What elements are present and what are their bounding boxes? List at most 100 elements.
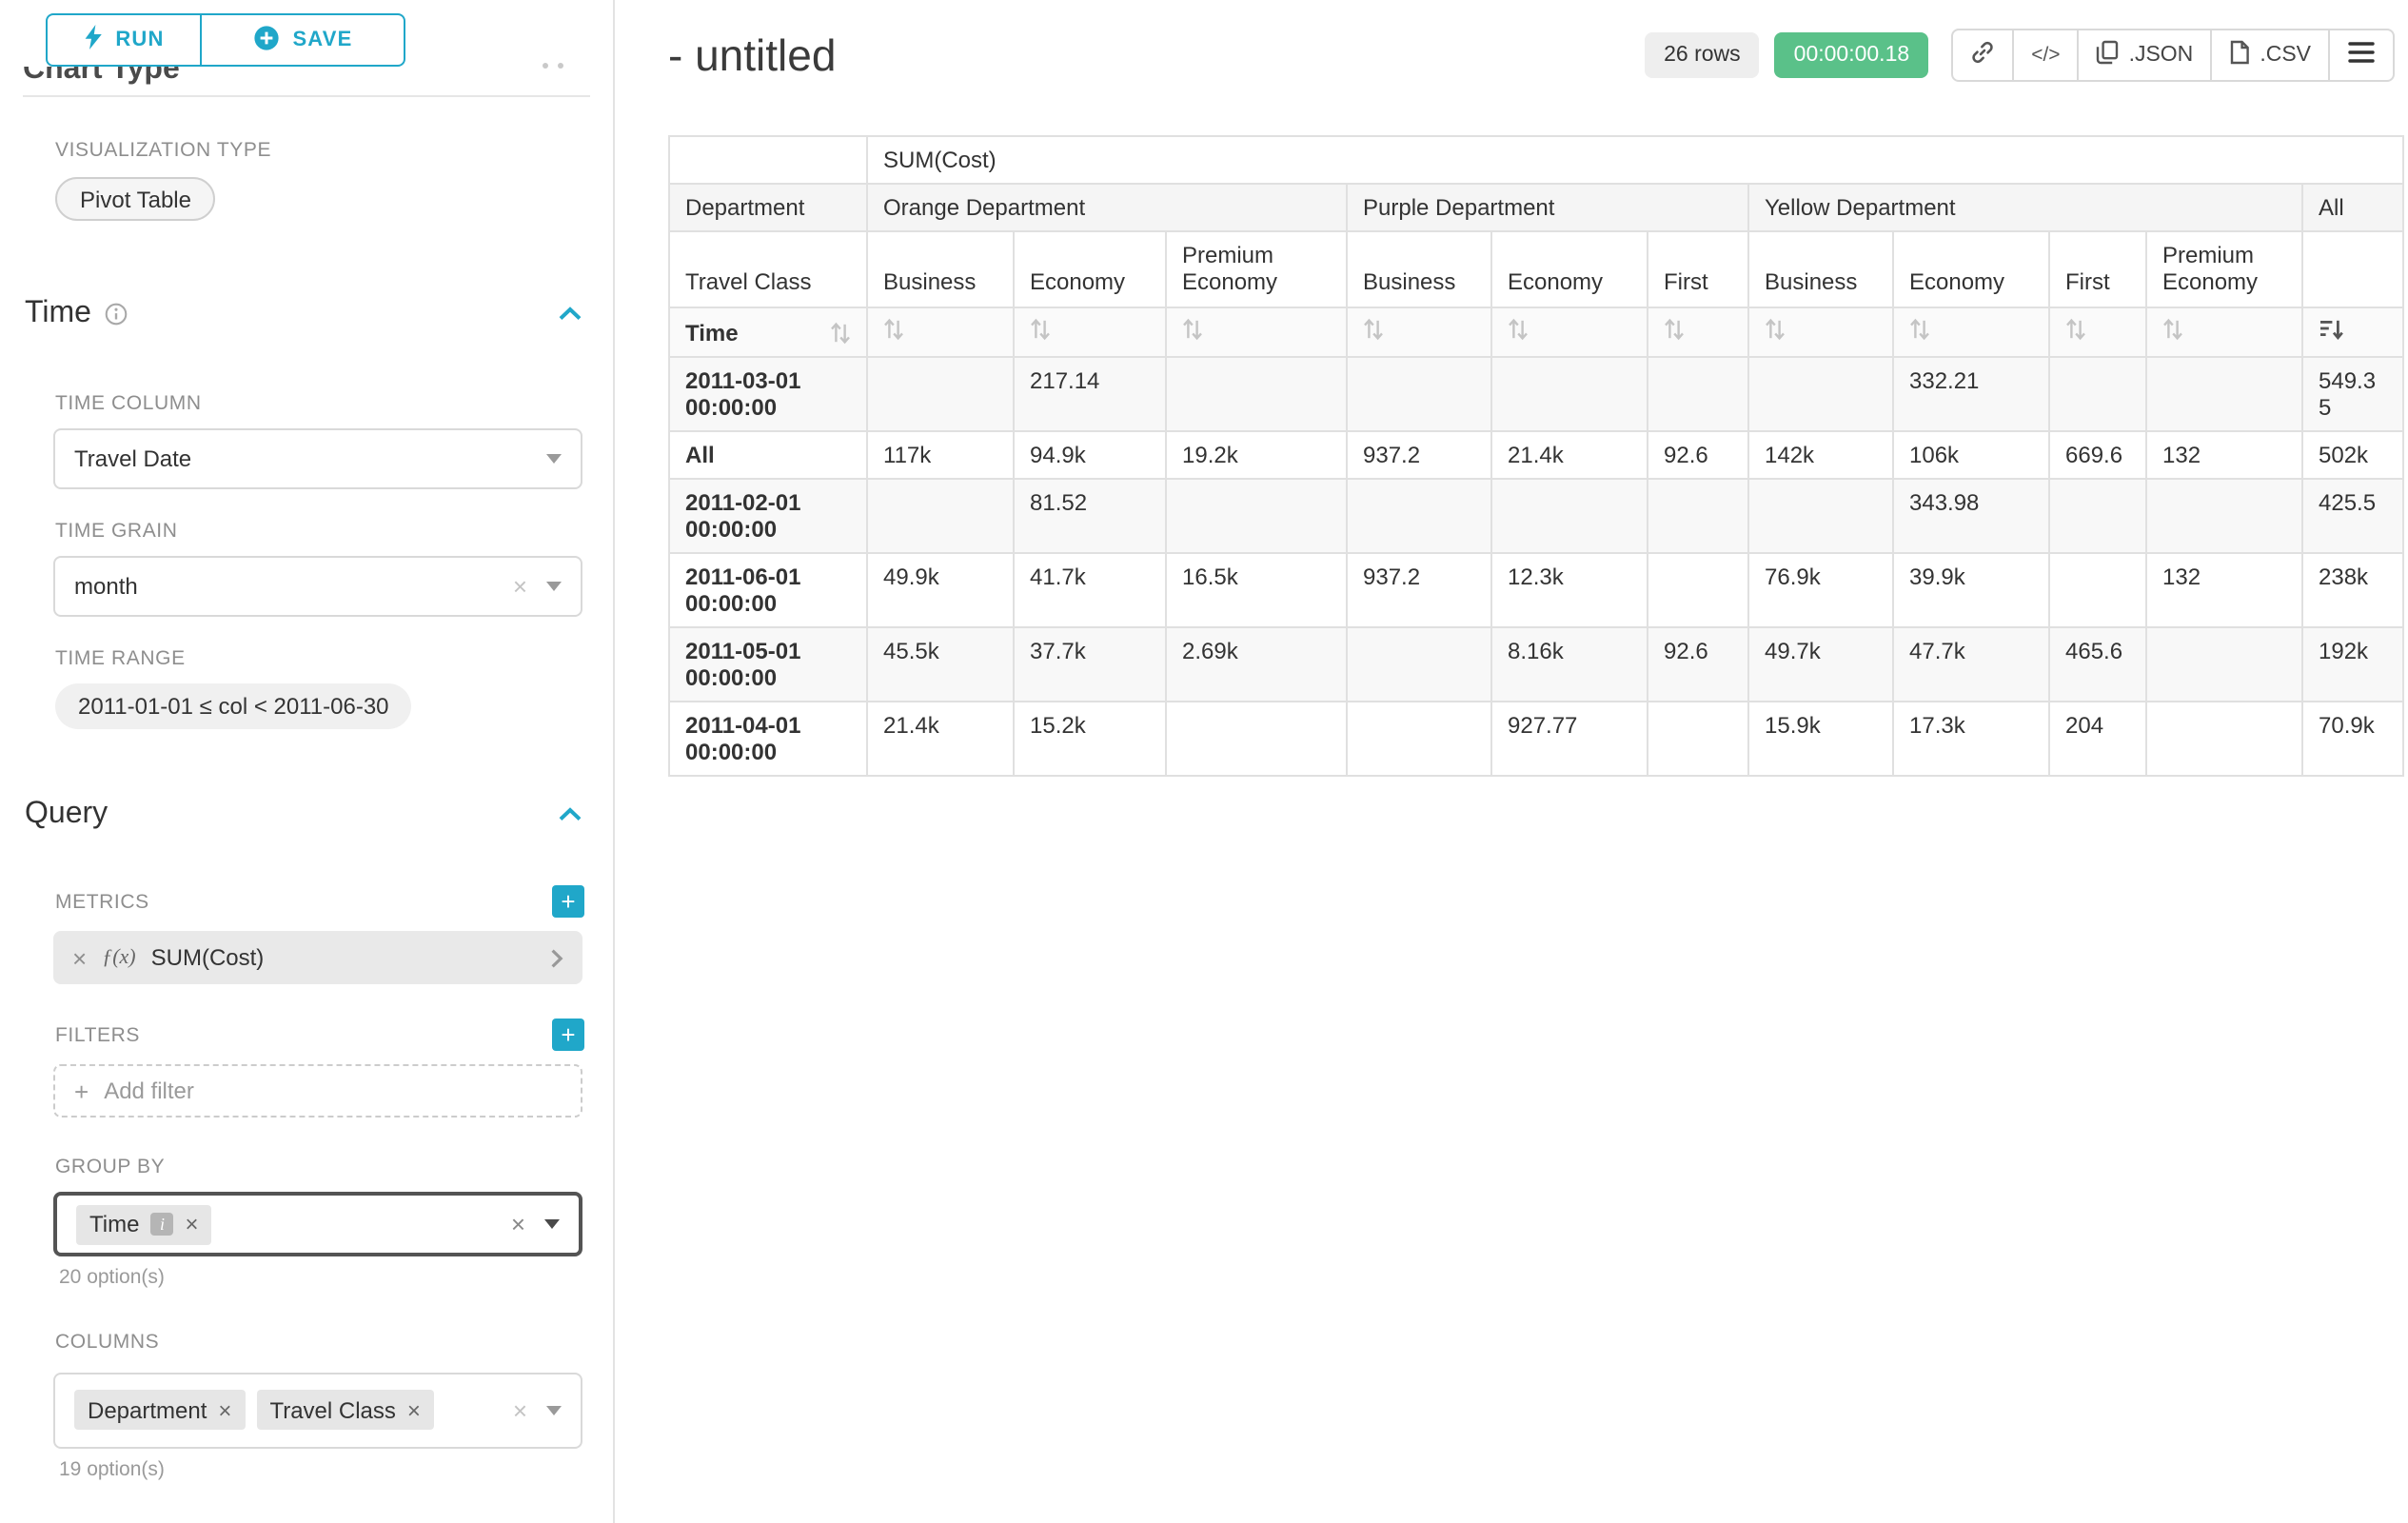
pivot-travel-class-header: Business [867,231,1014,307]
pivot-value-cell [1491,479,1648,553]
metrics-header-row: METRICS + [55,885,584,918]
explore-page: RUN SAVE Chart Type VISUALIZATION TYPE P… [0,0,2408,1523]
remove-tag-icon[interactable]: × [185,1213,198,1236]
pivot-travel-class-header: Premium Economy [1166,231,1347,307]
time-range-label: TIME RANGE [55,647,613,670]
pivot-value-cell: 21.4k [867,702,1014,776]
add-metric-button[interactable]: + [552,885,584,918]
pivot-value-cell: 15.9k [1748,702,1893,776]
sort-toggle-icon[interactable] [1508,318,1529,341]
metric-pill[interactable]: × ƒ(x) SUM(Cost) [53,931,582,984]
pivot-value-cell: 502k [2302,431,2403,479]
pivot-travel-class-header: Economy [1014,231,1166,307]
pivot-department-group-header: All [2302,184,2403,231]
group-by-options-hint: 20 option(s) [59,1266,613,1289]
pivot-row-header: 2011-03-01 00:00:00 [669,357,867,431]
add-filter-box[interactable]: + Add filter [53,1064,582,1118]
sort-toggle-icon[interactable] [830,321,851,344]
chart-main-panel: - untitled 26 rows 00:00:00.18 </> .JSON [617,0,2408,1523]
pivot-value-cell: 425.5 [2302,479,2403,553]
export-json-button[interactable]: .JSON [2078,29,2213,82]
columns-tag[interactable]: Department × [74,1390,245,1430]
collapse-chevron-up-icon[interactable] [558,307,582,322]
columns-select[interactable]: Department × Travel Class × × [53,1373,582,1449]
group-by-label: GROUP BY [55,1156,613,1178]
pivot-value-cell: 549.35 [2302,357,2403,431]
pivot-column-sort-cell[interactable] [867,307,1014,357]
remove-tag-icon[interactable]: × [407,1398,421,1421]
run-button[interactable]: RUN [46,13,202,67]
sort-descending-icon[interactable] [2319,318,2343,341]
pivot-value-cell: 927.77 [1491,702,1648,776]
pivot-column-sort-cell[interactable] [1166,307,1347,357]
pivot-value-cell: 117k [867,431,1014,479]
remove-metric-icon[interactable]: × [72,945,87,970]
chevron-right-icon[interactable] [550,947,563,968]
chart-header-actions: 26 rows 00:00:00.18 </> .JSON . [1645,29,2395,82]
pivot-value-cell: 94.9k [1014,431,1166,479]
pivot-column-sort-cell[interactable] [2146,307,2302,357]
group-by-tag[interactable]: Time i × [76,1204,212,1244]
pivot-column-sort-cell[interactable] [1748,307,1893,357]
save-button[interactable]: SAVE [200,13,405,67]
sort-toggle-icon[interactable] [883,318,904,341]
time-section-title: Time [25,297,91,331]
add-filter-plus-button[interactable]: + [552,1019,584,1051]
menu-button[interactable] [2328,29,2395,82]
pivot-column-sort-cell[interactable] [1491,307,1648,357]
pivot-value-cell: 343.98 [1893,479,2049,553]
pivot-value-cell [2146,357,2302,431]
pivot-time-label-cell: Time [669,307,867,357]
link-icon [1970,40,1995,70]
columns-options-hint: 19 option(s) [59,1458,613,1481]
pivot-value-cell: 92.6 [1648,627,1748,702]
pivot-value-cell: 2.69k [1166,627,1347,702]
group-by-select[interactable]: Time i × × [53,1192,582,1256]
visualization-type-pill[interactable]: Pivot Table [55,177,216,221]
code-icon: </> [2031,44,2060,67]
pivot-value-cell: 238k [2302,553,2403,627]
pivot-value-cell [1347,479,1491,553]
columns-tag[interactable]: Travel Class × [256,1390,434,1430]
pivot-column-sort-cell[interactable] [2302,307,2403,357]
sort-toggle-icon[interactable] [1765,318,1786,341]
plus-circle-icon [252,24,279,56]
pivot-column-sort-cell[interactable] [2049,307,2146,357]
sort-toggle-icon[interactable] [2162,318,2183,341]
sort-toggle-icon[interactable] [2065,318,2086,341]
chart-title[interactable]: - untitled [668,30,836,81]
pivot-value-cell [1166,479,1347,553]
row-count-badge: 26 rows [1645,32,1760,78]
remove-tag-icon[interactable]: × [218,1398,231,1421]
pivot-value-cell: 217.14 [1014,357,1166,431]
clear-icon[interactable]: × [513,1398,527,1423]
collapse-chevron-up-icon[interactable] [558,807,582,822]
pivot-column-sort-cell[interactable] [1893,307,2049,357]
time-column-select[interactable]: Travel Date [53,428,582,489]
sort-toggle-icon[interactable] [1909,318,1930,341]
pivot-travel-class-header: Economy [1893,231,2049,307]
sort-toggle-icon[interactable] [1363,318,1384,341]
pivot-value-cell: 106k [1893,431,2049,479]
pivot-column-sort-cell[interactable] [1014,307,1166,357]
sort-toggle-icon[interactable] [1664,318,1685,341]
run-save-button-group: RUN SAVE [46,13,590,67]
export-csv-label: .CSV [2260,44,2311,67]
export-csv-button[interactable]: .CSV [2210,29,2330,82]
time-grain-select[interactable]: month × [53,556,582,617]
pivot-column-sort-cell[interactable] [1648,307,1748,357]
chevron-down-icon [544,1219,560,1229]
share-link-button[interactable] [1951,29,2014,82]
view-query-button[interactable]: </> [2012,29,2079,82]
hamburger-icon [2347,40,2376,70]
add-filter-label: Add filter [104,1078,194,1104]
function-icon: ƒ(x) [102,946,135,969]
clear-icon[interactable]: × [513,574,527,599]
time-range-pill[interactable]: 2011-01-01 ≤ col < 2011-06-30 [55,683,412,729]
pivot-column-sort-cell[interactable] [1347,307,1491,357]
clear-icon[interactable]: × [511,1212,525,1236]
sort-toggle-icon[interactable] [1182,318,1203,341]
sort-toggle-icon[interactable] [1030,318,1051,341]
pivot-value-cell: 192k [2302,627,2403,702]
time-grain-value: month [74,573,138,600]
